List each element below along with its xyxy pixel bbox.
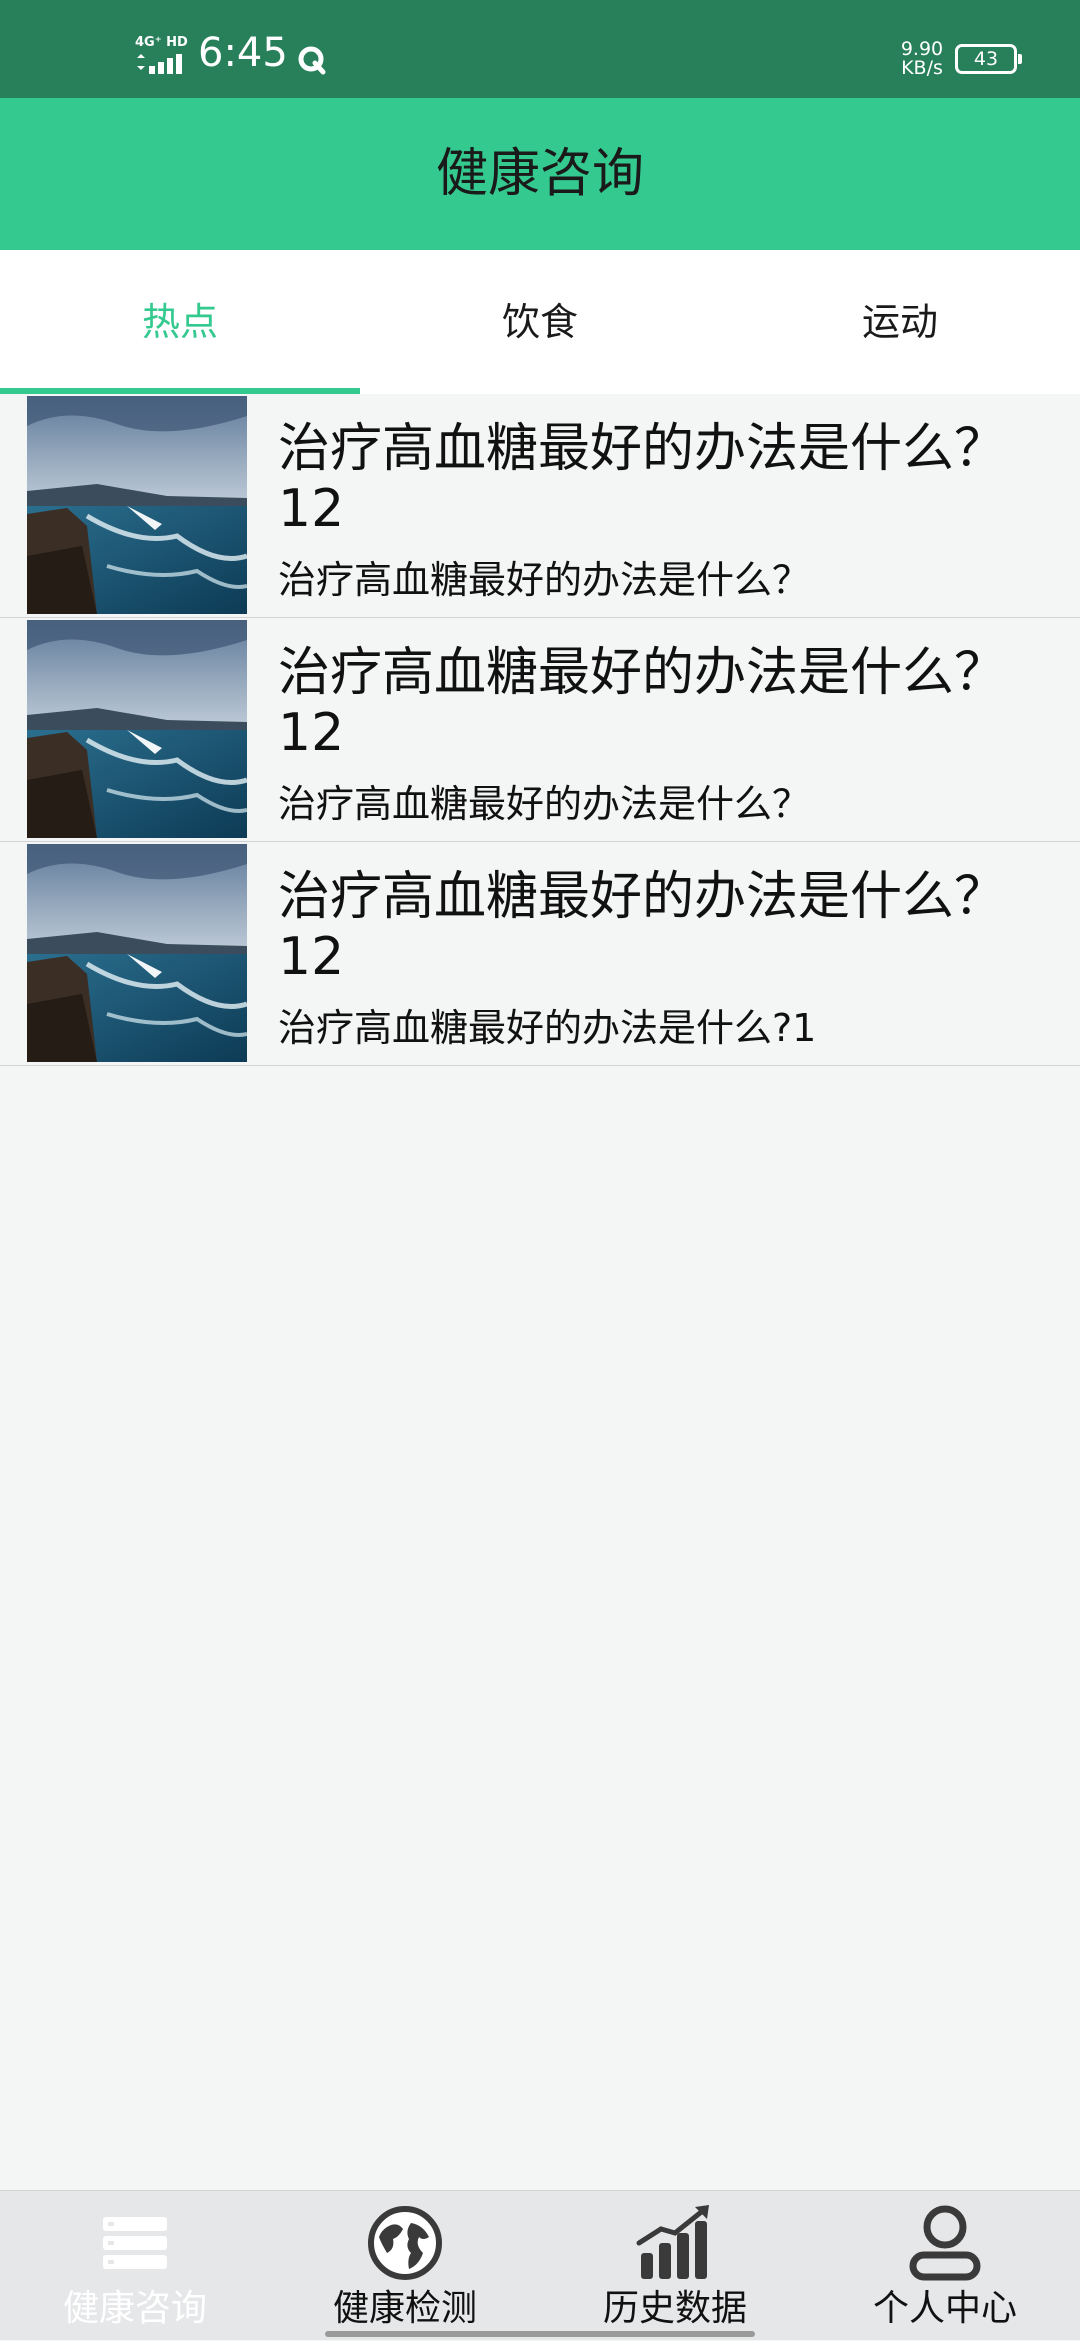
network-speed: 9.90 KB/s [897, 40, 947, 78]
tab-hot[interactable]: 热点 [0, 250, 360, 394]
list-item[interactable]: 治疗高血糖最好的办法是什么？ 12 治疗高血糖最好的办法是什么？ [0, 618, 1080, 842]
tab-exercise[interactable]: 运动 [720, 250, 1080, 394]
battery-indicator: 43 [955, 44, 1022, 74]
signal-bars-icon [137, 54, 182, 74]
page-title: 健康咨询 [435, 144, 644, 204]
status-bar: 4G⁺ HD 6:45 9.90 KB/s 43 [0, 0, 1080, 98]
nav-history-data[interactable]: 历史数据 [540, 2191, 810, 2341]
article-list: 治疗高血糖最好的办法是什么？ 12 治疗高血糖最好的办法是什么？ 治疗高血糖最好… [0, 394, 1080, 1066]
article-thumbnail [27, 620, 247, 838]
nav-personal-center[interactable]: 个人中心 [810, 2191, 1080, 2341]
article-number: 12 [278, 479, 345, 539]
article-thumbnail [27, 844, 247, 1062]
article-subtitle: 治疗高血糖最好的办法是什么?1 [278, 1006, 817, 1050]
article-subtitle: 治疗高血糖最好的办法是什么？ [278, 782, 811, 826]
app-notification-icon [298, 46, 326, 75]
globe-icon [368, 2206, 442, 2280]
nav-label: 历史数据 [602, 2288, 747, 2329]
nav-health-consult[interactable]: 健康咨询 [0, 2191, 270, 2341]
nav-label: 健康检测 [332, 2288, 477, 2329]
article-thumbnail [27, 396, 247, 614]
article-title: 治疗高血糖最好的办法是什么？ [278, 867, 1007, 927]
signal-indicator: 4G⁺ HD [135, 36, 191, 76]
bar-chart-icon [636, 2205, 709, 2279]
nav-label: 健康咨询 [62, 2288, 207, 2329]
article-subtitle: 治疗高血糖最好的办法是什么？ [278, 558, 811, 602]
article-number: 12 [278, 927, 345, 987]
user-icon [909, 2205, 981, 2281]
status-time: 6:45 [198, 30, 288, 76]
app-header: 健康咨询 [0, 98, 1080, 250]
tab-diet[interactable]: 饮食 [360, 250, 720, 394]
home-indicator[interactable] [325, 2331, 755, 2337]
list-item[interactable]: 治疗高血糖最好的办法是什么？ 12 治疗高血糖最好的办法是什么？ [0, 394, 1080, 618]
network-type: 4G⁺ HD [135, 35, 188, 50]
article-number: 12 [278, 703, 345, 763]
article-title: 治疗高血糖最好的办法是什么？ [278, 419, 1007, 479]
category-tabs: 热点 饮食 运动 [0, 250, 1080, 394]
bottom-nav: 健康咨询 健康检测 历史数据 个人中心 [0, 2190, 1080, 2340]
nav-label: 个人中心 [872, 2288, 1017, 2329]
article-title: 治疗高血糖最好的办法是什么？ [278, 643, 1007, 703]
list-icon [103, 2217, 167, 2269]
list-item[interactable]: 治疗高血糖最好的办法是什么？ 12 治疗高血糖最好的办法是什么?1 [0, 842, 1080, 1066]
nav-health-check[interactable]: 健康检测 [270, 2191, 540, 2341]
network-speed-unit: KB/s [901, 57, 943, 79]
